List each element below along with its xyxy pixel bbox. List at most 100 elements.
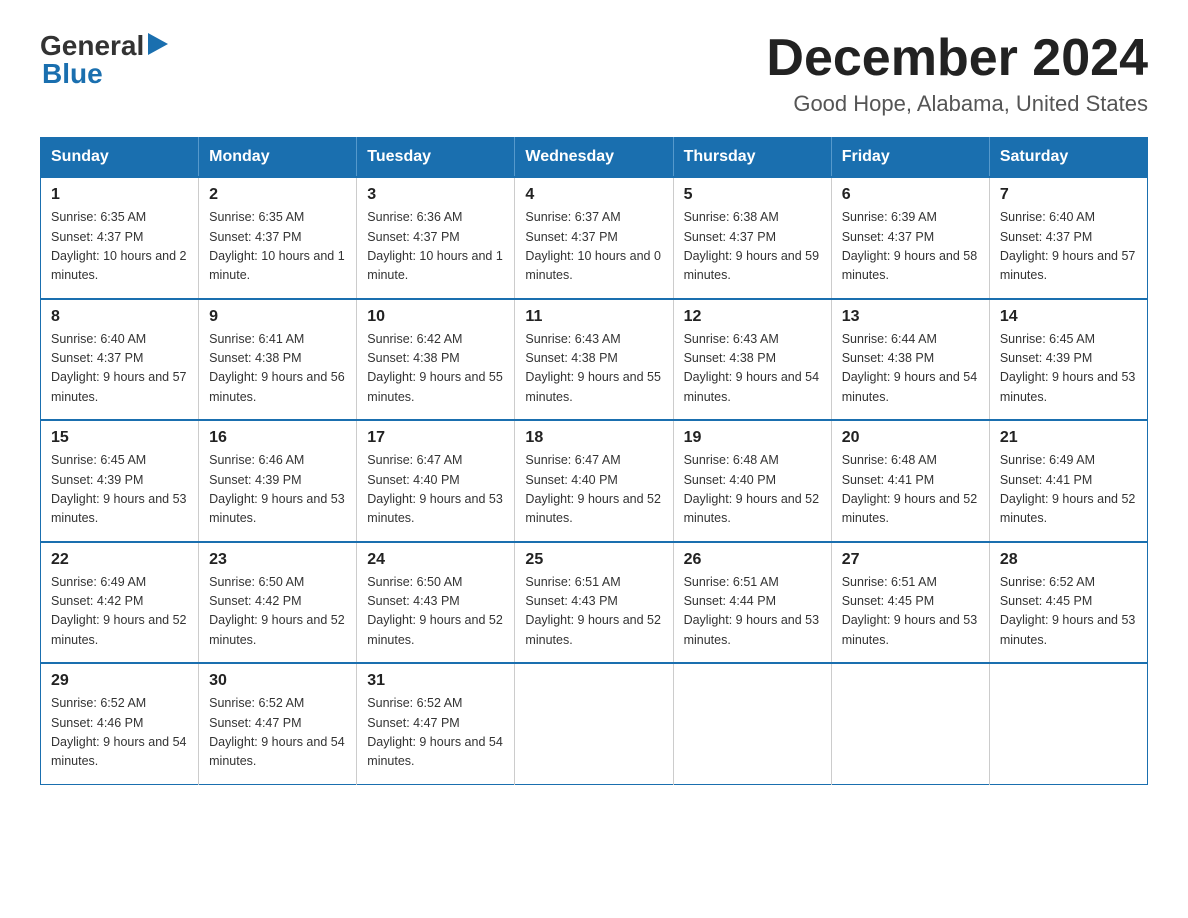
day-cell: 6Sunrise: 6:39 AMSunset: 4:37 PMDaylight… — [831, 177, 989, 299]
calendar-table: Sunday Monday Tuesday Wednesday Thursday… — [40, 137, 1148, 785]
logo-arrow-icon — [148, 33, 168, 60]
col-monday: Monday — [199, 138, 357, 178]
day-number: 3 — [367, 186, 504, 204]
day-cell: 16 Sunrise: 6:46 AMSunset: 4:39 PMDayligh… — [199, 420, 357, 542]
day-cell: 27Sunrise: 6:51 AMSunset: 4:45 PMDayligh… — [831, 542, 989, 664]
day-number: 5 — [684, 186, 821, 204]
day-number: 14 — [1000, 308, 1137, 326]
day-cell: 18 Sunrise: 6:47 AMSunset: 4:40 PMDayligh… — [515, 420, 673, 542]
day-info: Sunrise: 6:51 AMSunset: 4:44 PMDaylight:… — [684, 573, 821, 651]
day-number: 21 — [1000, 429, 1137, 447]
day-number: 22 — [51, 551, 188, 569]
day-cell: 4 Sunrise: 6:37 AMSunset: 4:37 PMDaylight… — [515, 177, 673, 299]
day-cell: 26 Sunrise: 6:51 AMSunset: 4:44 PMDayligh… — [673, 542, 831, 664]
col-tuesday: Tuesday — [357, 138, 515, 178]
calendar-title: December 2024 — [766, 30, 1148, 87]
day-number: 7 — [1000, 186, 1137, 204]
col-saturday: Saturday — [989, 138, 1147, 178]
day-info: Sunrise: 6:51 AMSunset: 4:43 PMDaylight:… — [525, 573, 662, 651]
day-number: 28 — [1000, 551, 1137, 569]
day-info: Sunrise: 6:39 AMSunset: 4:37 PMDaylight:… — [842, 208, 979, 286]
day-number: 26 — [684, 551, 821, 569]
day-number: 4 — [525, 186, 662, 204]
day-info: Sunrise: 6:40 AMSunset: 4:37 PMDaylight:… — [1000, 208, 1137, 286]
day-number: 25 — [525, 551, 662, 569]
header: General Blue December 2024 Good Hope, Al… — [40, 30, 1148, 117]
day-info: Sunrise: 6:51 AMSunset: 4:45 PMDaylight:… — [842, 573, 979, 651]
week-row-1: 1Sunrise: 6:35 AMSunset: 4:37 PMDaylight… — [41, 177, 1148, 299]
day-number: 8 — [51, 308, 188, 326]
day-info: Sunrise: 6:48 AMSunset: 4:41 PMDaylight:… — [842, 451, 979, 529]
day-cell: 11 Sunrise: 6:43 AMSunset: 4:38 PMDayligh… — [515, 299, 673, 421]
day-cell: 31Sunrise: 6:52 AMSunset: 4:47 PMDayligh… — [357, 663, 515, 784]
day-info: Sunrise: 6:50 AMSunset: 4:42 PMDaylight:… — [209, 573, 346, 651]
week-row-5: 29Sunrise: 6:52 AMSunset: 4:46 PMDayligh… — [41, 663, 1148, 784]
calendar-body: 1Sunrise: 6:35 AMSunset: 4:37 PMDaylight… — [41, 177, 1148, 784]
day-number: 12 — [684, 308, 821, 326]
day-number: 17 — [367, 429, 504, 447]
day-cell: 20Sunrise: 6:48 AMSunset: 4:41 PMDayligh… — [831, 420, 989, 542]
day-info: Sunrise: 6:37 AMSunset: 4:37 PMDaylight:… — [525, 208, 662, 286]
day-cell — [673, 663, 831, 784]
col-wednesday: Wednesday — [515, 138, 673, 178]
day-cell: 24 Sunrise: 6:50 AMSunset: 4:43 PMDayligh… — [357, 542, 515, 664]
day-cell: 25 Sunrise: 6:51 AMSunset: 4:43 PMDayligh… — [515, 542, 673, 664]
day-info: Sunrise: 6:47 AMSunset: 4:40 PMDaylight:… — [525, 451, 662, 529]
col-thursday: Thursday — [673, 138, 831, 178]
day-cell: 21 Sunrise: 6:49 AMSunset: 4:41 PMDayligh… — [989, 420, 1147, 542]
day-cell: 10Sunrise: 6:42 AMSunset: 4:38 PMDayligh… — [357, 299, 515, 421]
day-info: Sunrise: 6:41 AMSunset: 4:38 PMDaylight:… — [209, 330, 346, 408]
day-number: 23 — [209, 551, 346, 569]
header-row: Sunday Monday Tuesday Wednesday Thursday… — [41, 138, 1148, 178]
day-number: 10 — [367, 308, 504, 326]
day-cell: 14Sunrise: 6:45 AMSunset: 4:39 PMDayligh… — [989, 299, 1147, 421]
day-number: 24 — [367, 551, 504, 569]
day-cell: 1Sunrise: 6:35 AMSunset: 4:37 PMDaylight… — [41, 177, 199, 299]
day-info: Sunrise: 6:49 AMSunset: 4:41 PMDaylight:… — [1000, 451, 1137, 529]
day-info: Sunrise: 6:46 AMSunset: 4:39 PMDaylight:… — [209, 451, 346, 529]
day-number: 18 — [525, 429, 662, 447]
day-number: 16 — [209, 429, 346, 447]
day-cell: 23 Sunrise: 6:50 AMSunset: 4:42 PMDayligh… — [199, 542, 357, 664]
day-cell: 2Sunrise: 6:35 AMSunset: 4:37 PMDaylight… — [199, 177, 357, 299]
day-info: Sunrise: 6:40 AMSunset: 4:37 PMDaylight:… — [51, 330, 188, 408]
day-info: Sunrise: 6:48 AMSunset: 4:40 PMDaylight:… — [684, 451, 821, 529]
day-info: Sunrise: 6:43 AMSunset: 4:38 PMDaylight:… — [684, 330, 821, 408]
day-number: 11 — [525, 308, 662, 326]
day-info: Sunrise: 6:47 AMSunset: 4:40 PMDaylight:… — [367, 451, 504, 529]
day-info: Sunrise: 6:50 AMSunset: 4:43 PMDaylight:… — [367, 573, 504, 651]
day-cell: 3 Sunrise: 6:36 AMSunset: 4:37 PMDaylight… — [357, 177, 515, 299]
day-cell — [831, 663, 989, 784]
day-cell: 17 Sunrise: 6:47 AMSunset: 4:40 PMDayligh… — [357, 420, 515, 542]
day-info: Sunrise: 6:44 AMSunset: 4:38 PMDaylight:… — [842, 330, 979, 408]
logo-blue-text: Blue — [42, 58, 103, 90]
day-info: Sunrise: 6:36 AMSunset: 4:37 PMDaylight:… — [367, 208, 504, 286]
day-cell — [989, 663, 1147, 784]
day-cell: 5Sunrise: 6:38 AMSunset: 4:37 PMDaylight… — [673, 177, 831, 299]
day-number: 30 — [209, 672, 346, 690]
day-info: Sunrise: 6:52 AMSunset: 4:45 PMDaylight:… — [1000, 573, 1137, 651]
day-info: Sunrise: 6:52 AMSunset: 4:47 PMDaylight:… — [209, 694, 346, 772]
day-info: Sunrise: 6:52 AMSunset: 4:47 PMDaylight:… — [367, 694, 504, 772]
day-number: 15 — [51, 429, 188, 447]
day-cell: 7 Sunrise: 6:40 AMSunset: 4:37 PMDaylight… — [989, 177, 1147, 299]
day-cell: 13 Sunrise: 6:44 AMSunset: 4:38 PMDayligh… — [831, 299, 989, 421]
week-row-2: 8 Sunrise: 6:40 AMSunset: 4:37 PMDaylight… — [41, 299, 1148, 421]
week-row-3: 15 Sunrise: 6:45 AMSunset: 4:39 PMDayligh… — [41, 420, 1148, 542]
day-info: Sunrise: 6:35 AMSunset: 4:37 PMDaylight:… — [209, 208, 346, 286]
day-cell: 19 Sunrise: 6:48 AMSunset: 4:40 PMDayligh… — [673, 420, 831, 542]
col-sunday: Sunday — [41, 138, 199, 178]
logo: General Blue — [40, 30, 168, 90]
day-number: 13 — [842, 308, 979, 326]
day-cell: 15 Sunrise: 6:45 AMSunset: 4:39 PMDayligh… — [41, 420, 199, 542]
day-number: 19 — [684, 429, 821, 447]
day-info: Sunrise: 6:43 AMSunset: 4:38 PMDaylight:… — [525, 330, 662, 408]
title-area: December 2024 Good Hope, Alabama, United… — [766, 30, 1148, 117]
day-number: 9 — [209, 308, 346, 326]
day-cell: 28 Sunrise: 6:52 AMSunset: 4:45 PMDayligh… — [989, 542, 1147, 664]
day-cell: 9 Sunrise: 6:41 AMSunset: 4:38 PMDaylight… — [199, 299, 357, 421]
day-cell: 29Sunrise: 6:52 AMSunset: 4:46 PMDayligh… — [41, 663, 199, 784]
day-cell: 30 Sunrise: 6:52 AMSunset: 4:47 PMDayligh… — [199, 663, 357, 784]
day-cell: 22Sunrise: 6:49 AMSunset: 4:42 PMDayligh… — [41, 542, 199, 664]
day-info: Sunrise: 6:45 AMSunset: 4:39 PMDaylight:… — [51, 451, 188, 529]
